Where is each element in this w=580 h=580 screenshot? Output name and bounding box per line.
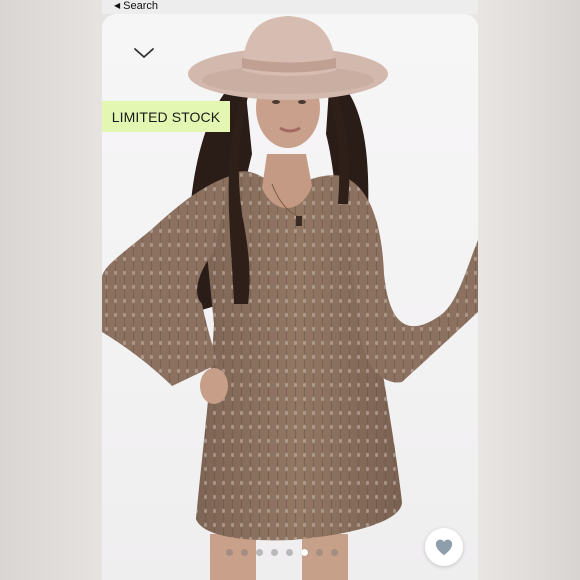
carousel-dot[interactable]: [256, 549, 263, 556]
limited-stock-badge: LIMITED STOCK: [102, 101, 230, 132]
status-bar: [102, 0, 478, 14]
back-to-search-link[interactable]: ◀ Search: [114, 0, 158, 12]
back-triangle-icon: ◀: [114, 1, 121, 10]
product-photo: [102, 16, 478, 580]
carousel-dot[interactable]: [301, 549, 308, 556]
carousel-dot[interactable]: [286, 549, 293, 556]
carousel-dot[interactable]: [271, 549, 278, 556]
heart-icon: [435, 539, 453, 556]
product-image-card[interactable]: LIMITED STOCK: [102, 14, 478, 580]
carousel-dot[interactable]: [316, 549, 323, 556]
carousel-indicator[interactable]: [226, 549, 338, 556]
carousel-dot[interactable]: [226, 549, 233, 556]
back-label: Search: [123, 0, 159, 12]
favorite-button[interactable]: [425, 528, 463, 566]
chevron-down-icon[interactable]: [132, 44, 156, 62]
carousel-dot[interactable]: [331, 549, 338, 556]
carousel-dot[interactable]: [241, 549, 248, 556]
